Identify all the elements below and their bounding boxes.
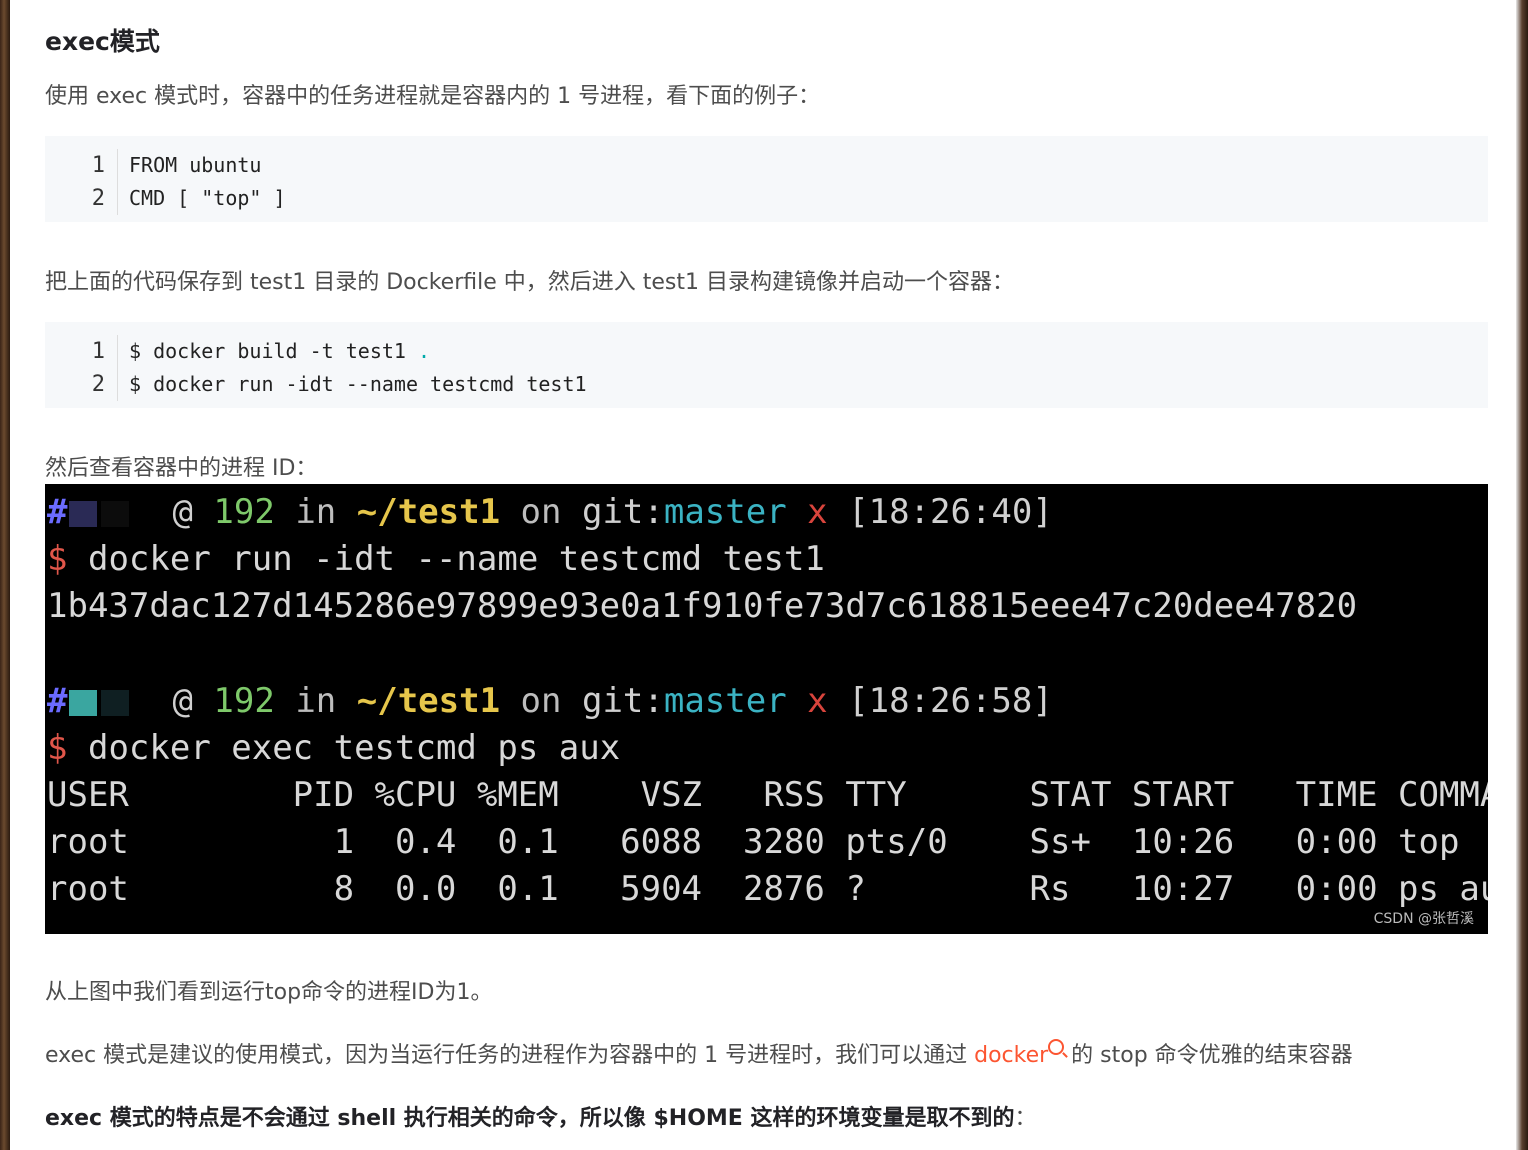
- line-numbers: 1 2: [45, 149, 118, 215]
- line-number: 2: [91, 186, 105, 211]
- code-lines: FROM ubuntu CMD [ "top" ]: [129, 149, 286, 215]
- paragraph-exec-feature: exec 模式的特点是不会通过 shell 执行相关的命令，所以像 $HOME …: [45, 1106, 1037, 1131]
- watermark: CSDN @张哲溪: [1373, 911, 1474, 927]
- redacted-user-block: [69, 689, 98, 716]
- docker-link[interactable]: docker: [974, 1043, 1048, 1068]
- search-icon[interactable]: [1048, 1039, 1065, 1055]
- code-line: $ docker build -t test1 .: [129, 339, 431, 363]
- code-line: FROM ubuntu: [129, 153, 262, 177]
- paragraph-intro: 使用 exec 模式时，容器中的任务进程就是容器内的 1 号进程，看下面的例子：: [45, 84, 821, 109]
- paragraph-recommend: exec 模式是建议的使用模式，因为当运行任务的进程作为容器中的 1 号进程时，…: [45, 1037, 1353, 1069]
- terminal-screenshot: # @ 192 in ~/test1 on git:master x [18:2…: [45, 484, 1488, 934]
- terminal-prompt-2: # @ 192 in ~/test1 on git:master x [18:2…: [47, 681, 1053, 721]
- paragraph-view-pid: 然后查看容器中的进程 ID：: [45, 456, 318, 481]
- line-number: 1: [91, 339, 105, 364]
- section-heading: exec模式: [45, 27, 160, 56]
- ps-header-row: USER PID %CPU %MEM VSZ RSS TTY STAT STAR…: [47, 775, 1488, 815]
- code-line: $ docker run -idt --name testcmd test1: [129, 372, 587, 396]
- terminal-command-2: $ docker exec testcmd ps aux: [47, 728, 621, 768]
- terminal-command-1: $ docker run -idt --name testcmd test1: [47, 539, 825, 579]
- line-number: 1: [91, 153, 105, 178]
- article-body: exec模式 使用 exec 模式时，容器中的任务进程就是容器内的 1 号进程，…: [10, 0, 1516, 1150]
- code-block-commands[interactable]: 1 2 $ docker build -t test1 . $ docker r…: [45, 322, 1488, 408]
- ps-row: root 1 0.4 0.1 6088 3280 pts/0 Ss+ 10:26…: [47, 822, 1460, 862]
- terminal-output-container-id: 1b437dac127d145286e97899e93e0a1f910fe73d…: [47, 586, 1358, 626]
- code-line: CMD [ "top" ]: [129, 186, 286, 210]
- paragraph-pid-result: 从上图中我们看到运行top命令的进程ID为1。: [45, 980, 493, 1005]
- ps-row: root 8 0.0 0.1 5904 2876 ? Rs 10:27 0:00…: [47, 869, 1488, 909]
- code-lines: $ docker build -t test1 . $ docker run -…: [129, 335, 587, 401]
- line-number: 2: [91, 372, 105, 397]
- redacted-user-block: [69, 500, 98, 527]
- line-numbers: 1 2: [45, 335, 118, 401]
- paragraph-save-code: 把上面的代码保存到 test1 目录的 Dockerfile 中，然后进入 te…: [45, 270, 1014, 295]
- terminal-prompt-1: # @ 192 in ~/test1 on git:master x [18:2…: [47, 492, 1053, 532]
- code-block-dockerfile[interactable]: 1 2 FROM ubuntu CMD [ "top" ]: [45, 136, 1488, 222]
